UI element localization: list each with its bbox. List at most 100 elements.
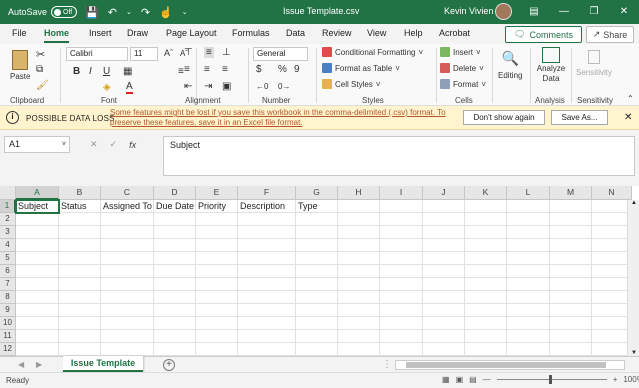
- cell-j7[interactable]: [423, 278, 465, 291]
- cell-k9[interactable]: [465, 304, 507, 317]
- insert-cells-button[interactable]: Insert ˅: [440, 47, 481, 57]
- delete-cells-button[interactable]: Delete ˅: [440, 63, 484, 73]
- vertical-scrollbar[interactable]: ▲ ▼: [627, 200, 639, 356]
- scroll-thumb[interactable]: [406, 362, 606, 368]
- cell-g10[interactable]: [296, 317, 338, 330]
- cell-j10[interactable]: [423, 317, 465, 330]
- row-header-11[interactable]: 11: [0, 330, 16, 343]
- cell-n9[interactable]: [592, 304, 632, 317]
- save-as-button[interactable]: Save As...: [551, 110, 608, 125]
- cell-b12[interactable]: [59, 343, 101, 356]
- cell-i11[interactable]: [380, 330, 423, 343]
- zoom-level[interactable]: 100%: [623, 375, 639, 384]
- undo-icon[interactable]: ↶: [108, 6, 117, 19]
- row-header-6[interactable]: 6: [0, 265, 16, 278]
- align-bottom-icon[interactable]: ⊥: [222, 47, 231, 58]
- cell-g2[interactable]: [296, 213, 338, 226]
- cell-j11[interactable]: [423, 330, 465, 343]
- cell-k4[interactable]: [465, 239, 507, 252]
- cell-a4[interactable]: [16, 239, 59, 252]
- cell-i9[interactable]: [380, 304, 423, 317]
- column-header-g[interactable]: G: [296, 186, 338, 200]
- avatar[interactable]: [495, 3, 512, 20]
- cell-c10[interactable]: [101, 317, 154, 330]
- cell-m8[interactable]: [550, 291, 592, 304]
- cell-c4[interactable]: [101, 239, 154, 252]
- touch-mode-icon[interactable]: ☝: [159, 6, 173, 19]
- insert-function-icon[interactable]: fx: [129, 140, 136, 150]
- cell-b3[interactable]: [59, 226, 101, 239]
- cell-h10[interactable]: [338, 317, 380, 330]
- cell-b5[interactable]: [59, 252, 101, 265]
- close-icon[interactable]: ✕: [624, 112, 632, 123]
- cell-i12[interactable]: [380, 343, 423, 356]
- increase-font-icon[interactable]: Aˆ: [164, 48, 173, 58]
- cell-m5[interactable]: [550, 252, 592, 265]
- cell-e8[interactable]: [196, 291, 238, 304]
- column-header-f[interactable]: F: [238, 186, 296, 200]
- cell-a3[interactable]: [16, 226, 59, 239]
- cell-f12[interactable]: [238, 343, 296, 356]
- cell-b1[interactable]: Status: [59, 200, 101, 213]
- cell-i6[interactable]: [380, 265, 423, 278]
- row-header-12[interactable]: 12: [0, 343, 16, 356]
- currency-icon[interactable]: $: [256, 64, 262, 75]
- format-cells-button[interactable]: Format ˅: [440, 79, 486, 89]
- column-header-n[interactable]: N: [592, 186, 632, 200]
- cell-d8[interactable]: [154, 291, 196, 304]
- cell-g4[interactable]: [296, 239, 338, 252]
- cell-n1[interactable]: [592, 200, 632, 213]
- user-name[interactable]: Kevin Vivien: [444, 6, 493, 16]
- cell-a7[interactable]: [16, 278, 59, 291]
- cell-d11[interactable]: [154, 330, 196, 343]
- cell-i5[interactable]: [380, 252, 423, 265]
- row-header-1[interactable]: 1: [0, 200, 16, 213]
- cell-f5[interactable]: [238, 252, 296, 265]
- name-box[interactable]: A1 ˅: [4, 136, 70, 153]
- cell-e9[interactable]: [196, 304, 238, 317]
- cell-j12[interactable]: [423, 343, 465, 356]
- cell-l6[interactable]: [507, 265, 550, 278]
- chevron-down-icon[interactable]: ˅: [62, 137, 66, 152]
- cell-l7[interactable]: [507, 278, 550, 291]
- tab-home[interactable]: Home: [44, 28, 70, 43]
- cell-d10[interactable]: [154, 317, 196, 330]
- cell-h8[interactable]: [338, 291, 380, 304]
- cell-i3[interactable]: [380, 226, 423, 239]
- row-header-5[interactable]: 5: [0, 252, 16, 265]
- zoom-out-icon[interactable]: —: [483, 375, 491, 384]
- cell-h9[interactable]: [338, 304, 380, 317]
- cell-m12[interactable]: [550, 343, 592, 356]
- cell-f3[interactable]: [238, 226, 296, 239]
- cell-f1[interactable]: Description: [238, 200, 296, 213]
- cell-d3[interactable]: [154, 226, 196, 239]
- conditional-formatting-button[interactable]: Conditional Formatting ˅: [322, 47, 423, 57]
- column-header-m[interactable]: M: [550, 186, 592, 200]
- cell-f11[interactable]: [238, 330, 296, 343]
- cell-i7[interactable]: [380, 278, 423, 291]
- format-painter-icon[interactable]: 🖌: [36, 80, 49, 91]
- cell-m4[interactable]: [550, 239, 592, 252]
- cell-n8[interactable]: [592, 291, 632, 304]
- number-format-select[interactable]: General: [253, 47, 308, 61]
- cell-i8[interactable]: [380, 291, 423, 304]
- cell-d2[interactable]: [154, 213, 196, 226]
- cancel-icon[interactable]: ✕: [90, 139, 98, 150]
- increase-indent-icon[interactable]: ⇥: [204, 81, 212, 92]
- cell-k5[interactable]: [465, 252, 507, 265]
- row-header-9[interactable]: 9: [0, 304, 16, 317]
- column-header-l[interactable]: L: [507, 186, 550, 200]
- dont-show-again-button[interactable]: Don't show again: [463, 110, 545, 125]
- cell-l8[interactable]: [507, 291, 550, 304]
- cell-j6[interactable]: [423, 265, 465, 278]
- add-sheet-icon[interactable]: +: [163, 359, 175, 371]
- cell-f9[interactable]: [238, 304, 296, 317]
- column-header-j[interactable]: J: [423, 186, 465, 200]
- cell-n12[interactable]: [592, 343, 632, 356]
- cell-f6[interactable]: [238, 265, 296, 278]
- tab-help[interactable]: Help: [404, 28, 423, 38]
- cell-j2[interactable]: [423, 213, 465, 226]
- cell-m7[interactable]: [550, 278, 592, 291]
- cell-m10[interactable]: [550, 317, 592, 330]
- align-right-icon[interactable]: ≡: [222, 64, 228, 75]
